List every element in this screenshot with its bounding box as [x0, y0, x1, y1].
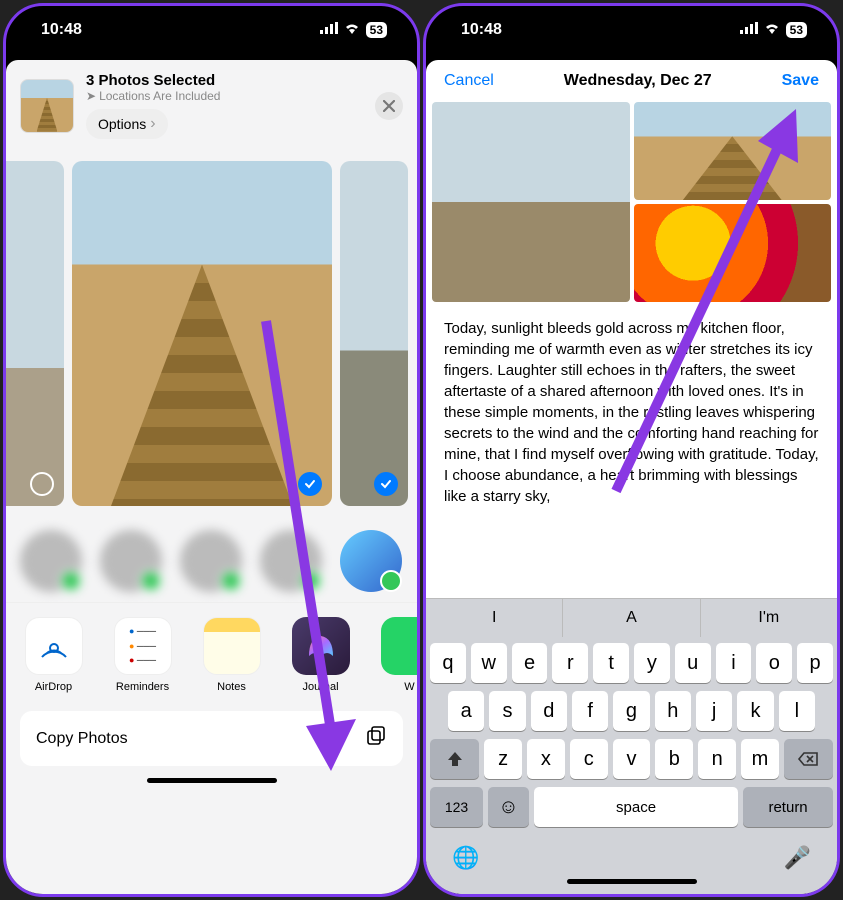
key-a[interactable]: a — [448, 691, 484, 731]
contact-avatar[interactable] — [260, 530, 322, 592]
numbers-key[interactable]: 123 — [430, 787, 483, 827]
suggestion[interactable]: I'm — [701, 599, 837, 637]
key-z[interactable]: z — [484, 739, 522, 779]
app-journal[interactable]: Journal — [281, 617, 360, 693]
save-button[interactable]: Save — [782, 72, 819, 90]
cellular-icon — [740, 21, 758, 39]
whatsapp-icon — [381, 617, 418, 675]
photo-thumbnail[interactable] — [340, 161, 408, 506]
key-j[interactable]: j — [696, 691, 732, 731]
key-t[interactable]: t — [593, 643, 629, 683]
key-b[interactable]: b — [655, 739, 693, 779]
key-l[interactable]: l — [779, 691, 815, 731]
key-c[interactable]: c — [570, 739, 608, 779]
key-d[interactable]: d — [531, 691, 567, 731]
key-g[interactable]: g — [613, 691, 649, 731]
key-i[interactable]: i — [716, 643, 752, 683]
share-title: 3 Photos Selected — [86, 72, 363, 89]
home-indicator[interactable] — [147, 778, 277, 783]
contact-avatar[interactable] — [340, 530, 402, 592]
photo-thumbnail[interactable] — [6, 161, 64, 506]
selected-check-icon[interactable] — [298, 472, 322, 496]
app-airdrop[interactable]: AirDrop — [14, 617, 93, 693]
entry-photo[interactable] — [634, 102, 832, 200]
cellular-icon — [320, 21, 338, 39]
app-whatsapp[interactable]: W — [370, 617, 417, 693]
copy-icon — [365, 725, 387, 752]
entry-photo-grid[interactable] — [426, 102, 837, 302]
selection-thumbnail — [20, 79, 74, 133]
copy-photos-action[interactable]: Copy Photos — [20, 711, 403, 766]
journal-editor: Cancel Wednesday, Dec 27 Save Today, sun… — [426, 60, 837, 894]
key-y[interactable]: y — [634, 643, 670, 683]
options-button[interactable]: Options — [86, 109, 168, 139]
entry-photo[interactable] — [432, 102, 630, 302]
key-x[interactable]: x — [527, 739, 565, 779]
key-q[interactable]: q — [430, 643, 466, 683]
entry-date-title: Wednesday, Dec 27 — [564, 72, 712, 90]
key-n[interactable]: n — [698, 739, 736, 779]
status-bar: 10:48 53 — [6, 6, 417, 54]
status-bar: 10:48 53 — [426, 6, 837, 54]
mic-icon[interactable]: 🎤 — [784, 845, 811, 871]
key-k[interactable]: k — [737, 691, 773, 731]
app-notes[interactable]: Notes — [192, 617, 271, 693]
key-p[interactable]: p — [797, 643, 833, 683]
phone-right-journal-entry: 10:48 53 Cancel Wednesday, Dec 27 Save T… — [423, 3, 840, 897]
key-r[interactable]: r — [552, 643, 588, 683]
key-m[interactable]: m — [741, 739, 779, 779]
shift-key[interactable] — [430, 739, 479, 779]
photo-thumbnail[interactable] — [72, 161, 332, 506]
backspace-key[interactable] — [784, 739, 833, 779]
key-w[interactable]: w — [471, 643, 507, 683]
photo-selection-row[interactable] — [6, 151, 417, 520]
status-time: 10:48 — [461, 21, 502, 39]
keyboard-suggestions: I A I'm — [426, 598, 837, 637]
entry-text-body[interactable]: Today, sunlight bleeds gold across my ki… — [426, 302, 837, 598]
wifi-icon — [343, 21, 361, 39]
phone-left-share-sheet: 10:48 53 3 Photos Selected ➤ Locations A… — [3, 3, 420, 897]
close-button[interactable] — [375, 92, 403, 120]
key-o[interactable]: o — [756, 643, 792, 683]
location-arrow-icon: ➤ — [86, 89, 96, 103]
contact-avatar[interactable] — [100, 530, 162, 592]
status-time: 10:48 — [41, 21, 82, 39]
share-sheet: 3 Photos Selected ➤ Locations Are Includ… — [6, 60, 417, 894]
journal-icon — [292, 617, 350, 675]
selected-check-icon[interactable] — [374, 472, 398, 496]
key-v[interactable]: v — [613, 739, 651, 779]
entry-photo[interactable] — [634, 204, 832, 302]
suggestion[interactable]: A — [563, 599, 700, 637]
battery-indicator: 53 — [366, 22, 387, 38]
battery-indicator: 53 — [786, 22, 807, 38]
key-h[interactable]: h — [655, 691, 691, 731]
emoji-key[interactable]: ☺ — [488, 787, 529, 827]
reminders-icon: ● ───● ───● ─── — [114, 617, 172, 675]
globe-icon[interactable]: 🌐 — [452, 845, 479, 871]
space-key[interactable]: space — [534, 787, 738, 827]
suggestion[interactable]: I — [426, 599, 563, 637]
airdrop-contacts-row[interactable] — [6, 520, 417, 603]
notes-icon — [203, 617, 261, 675]
app-reminders[interactable]: ● ───● ───● ─── Reminders — [103, 617, 182, 693]
key-f[interactable]: f — [572, 691, 608, 731]
wifi-icon — [763, 21, 781, 39]
airdrop-icon — [25, 617, 83, 675]
home-indicator[interactable] — [567, 879, 697, 884]
contact-avatar[interactable] — [20, 530, 82, 592]
cancel-button[interactable]: Cancel — [444, 72, 494, 90]
share-apps-row: AirDrop ● ───● ───● ─── Reminders Notes … — [6, 603, 417, 707]
contact-avatar[interactable] — [180, 530, 242, 592]
keyboard: q w e r t y u i o p a s d f g h j k l — [426, 637, 837, 894]
key-u[interactable]: u — [675, 643, 711, 683]
key-e[interactable]: e — [512, 643, 548, 683]
unselected-indicator[interactable] — [30, 472, 54, 496]
key-s[interactable]: s — [489, 691, 525, 731]
share-subtitle: ➤ Locations Are Included — [86, 89, 363, 103]
return-key[interactable]: return — [743, 787, 833, 827]
